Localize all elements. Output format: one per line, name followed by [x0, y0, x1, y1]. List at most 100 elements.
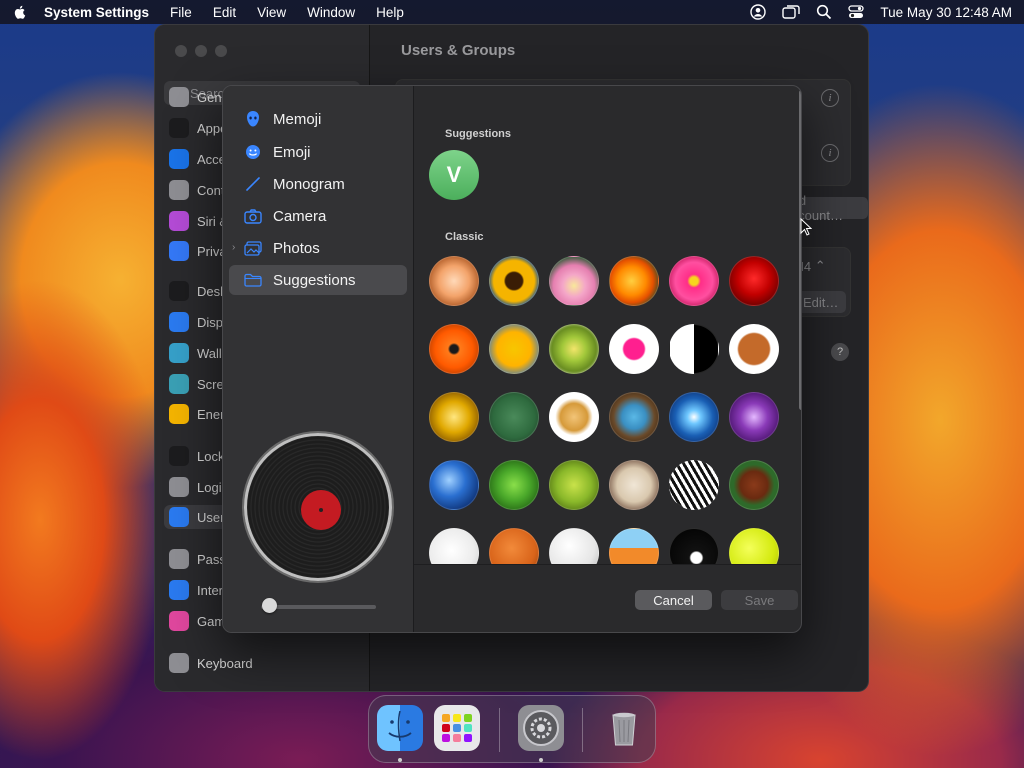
classic-picture-chalkboard[interactable] — [489, 392, 539, 442]
classic-picture-red-rose[interactable] — [729, 256, 779, 306]
menu-window[interactable]: Window — [307, 5, 355, 20]
classic-picture-lightning[interactable] — [729, 392, 779, 442]
classic-picture-earth[interactable] — [429, 460, 479, 510]
classic-picture-poppy[interactable] — [609, 256, 659, 306]
info-icon[interactable]: i — [821, 144, 839, 162]
cancel-button[interactable]: Cancel — [635, 590, 712, 610]
menu-app-name[interactable]: System Settings — [44, 5, 149, 20]
edit-button[interactable]: Edit… — [795, 291, 847, 313]
classic-picture-leaf[interactable] — [489, 460, 539, 510]
sidebar-item-icon — [169, 507, 189, 527]
spotlight-search-icon[interactable] — [816, 4, 832, 20]
screen-mirroring-icon[interactable] — [782, 4, 801, 20]
classic-picture-tennis-ball[interactable] — [729, 528, 779, 564]
source-label: Memoji — [273, 110, 322, 128]
classic-picture-yellow-petals[interactable] — [489, 324, 539, 374]
dialog-divider — [414, 564, 801, 565]
dock-separator — [499, 708, 500, 752]
source-memoji[interactable]: Memoji — [229, 104, 407, 134]
classic-picture-orange-ladybug[interactable] — [429, 324, 479, 374]
classic-picture-gold-medal[interactable] — [429, 392, 479, 442]
edit-button-label: Edit… — [803, 294, 839, 310]
save-button[interactable]: Save — [721, 590, 798, 610]
help-icon[interactable]: ? — [831, 343, 849, 361]
running-indicator — [539, 758, 543, 762]
menu-file[interactable]: File — [170, 5, 192, 20]
photos-icon — [244, 239, 262, 257]
source-photos[interactable]: Photos — [229, 233, 407, 263]
menu-bar: System Settings File Edit View Window He… — [0, 0, 1024, 24]
classic-picture-rose[interactable] — [429, 256, 479, 306]
dock-finder[interactable] — [377, 705, 423, 751]
classic-picture-lips[interactable] — [609, 324, 659, 374]
monogram-letter: V — [446, 162, 462, 187]
classic-picture-golf-ball[interactable] — [549, 528, 599, 564]
memoji-icon — [244, 110, 262, 128]
source-monogram[interactable]: Monogram — [229, 169, 407, 199]
classic-picture-fortune-cookie[interactable] — [549, 392, 599, 442]
menu-help[interactable]: Help — [376, 5, 404, 20]
classic-picture-lounge-chair[interactable] — [609, 528, 659, 564]
zoom-window-button[interactable] — [215, 45, 227, 57]
sidebar-item-icon — [169, 180, 189, 200]
source-label: Suggestions — [273, 271, 356, 289]
classic-picture-yin-yang[interactable] — [669, 324, 719, 374]
menu-clock[interactable]: Tue May 30 12:48 AM — [880, 5, 1012, 20]
monogram-suggestion[interactable]: V — [429, 150, 479, 200]
dock-system-settings[interactable] — [518, 705, 564, 751]
picture-source-sidebar: Memoji Emoji Monogram Camera › Photos Su… — [223, 86, 414, 632]
dock-launchpad[interactable] — [434, 705, 480, 751]
classic-heading: Classic — [445, 231, 484, 243]
control-center-icon[interactable] — [848, 4, 865, 20]
classic-picture-eggs-nest[interactable] — [609, 392, 659, 442]
folder-icon — [244, 271, 262, 289]
zoom-slider-track[interactable] — [261, 605, 376, 609]
sidebar-item-icon — [169, 343, 189, 363]
source-label: Monogram — [273, 175, 345, 193]
classic-picture-gingerbread[interactable] — [729, 324, 779, 374]
source-suggestions[interactable]: Suggestions — [229, 265, 407, 295]
sidebar-item-icon — [169, 241, 189, 261]
classic-picture-lotus[interactable] — [549, 256, 599, 306]
source-label: Emoji — [273, 143, 311, 161]
zoom-slider-knob[interactable] — [262, 598, 277, 613]
close-window-button[interactable] — [175, 45, 187, 57]
save-button-label: Save — [744, 592, 775, 608]
classic-picture-sand-dollar[interactable] — [609, 460, 659, 510]
gallery-scrollbar[interactable] — [799, 90, 801, 410]
menu-view[interactable]: View — [257, 5, 286, 20]
classic-picture-basketball[interactable] — [489, 528, 539, 564]
chevron-updown-icon: ⌃ — [814, 258, 826, 273]
classic-picture-zebra[interactable] — [669, 460, 719, 510]
picture-gallery: Suggestions V Classic — [414, 86, 801, 564]
classic-picture-green-leaf[interactable] — [549, 460, 599, 510]
dock-trash[interactable] — [601, 705, 647, 751]
info-icon[interactable]: i — [821, 89, 839, 107]
minimize-window-button[interactable] — [195, 45, 207, 57]
classic-picture-baseball[interactable] — [429, 528, 479, 564]
classic-picture-eight-ball[interactable] — [669, 528, 719, 564]
user-account-icon[interactable] — [750, 4, 767, 20]
mouse-pointer-icon — [800, 217, 813, 241]
classic-picture-football[interactable] — [729, 460, 779, 510]
source-label: Photos — [273, 239, 320, 257]
record-label — [301, 490, 341, 530]
classic-picture-snowflake[interactable] — [669, 392, 719, 442]
apple-menu-icon[interactable] — [12, 4, 28, 20]
sidebar-item-icon — [169, 118, 189, 138]
menu-edit[interactable]: Edit — [213, 5, 236, 20]
source-emoji[interactable]: Emoji — [229, 137, 407, 167]
sidebar-item-icon — [169, 87, 189, 107]
classic-picture-dandelion[interactable] — [549, 324, 599, 374]
sidebar-item-icon — [169, 149, 189, 169]
suggestions-heading: Suggestions — [445, 128, 512, 140]
sidebar-item-icon — [169, 312, 189, 332]
sidebar-item-label: Keyboard — [197, 655, 253, 671]
source-camera[interactable]: Camera — [229, 201, 407, 231]
settings-page-title: Users & Groups — [401, 42, 516, 59]
sidebar-item-keyboard[interactable]: Keyboard — [169, 651, 359, 675]
classic-picture-sunflower[interactable] — [489, 256, 539, 306]
sidebar-item-icon — [169, 446, 189, 466]
selected-picture-preview[interactable] — [244, 433, 392, 581]
classic-picture-zinnia[interactable] — [669, 256, 719, 306]
